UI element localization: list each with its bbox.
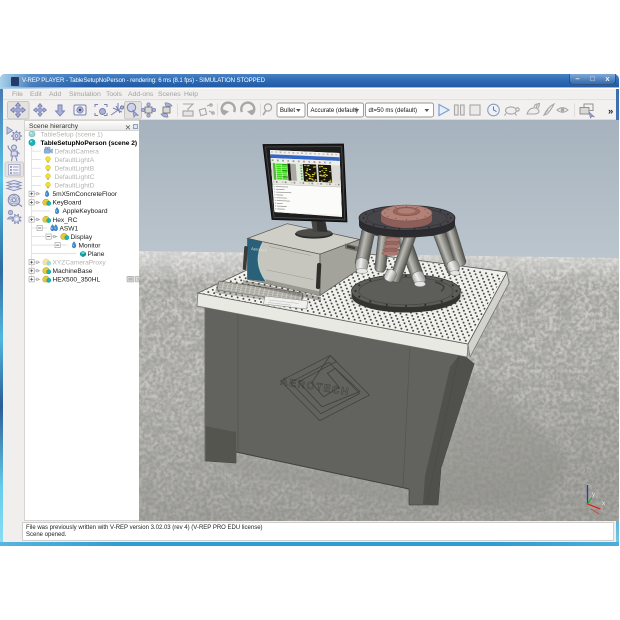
svg-text:KeyBoard: KeyBoard: [53, 199, 82, 206]
svg-text:Display: Display: [71, 233, 93, 240]
svg-text:DefaultLightD: DefaultLightD: [55, 182, 95, 189]
svg-text:TableSetup (scene 1): TableSetup (scene 1): [41, 131, 103, 138]
svg-text:Plane: Plane: [88, 251, 105, 258]
svg-text:Accurate (default): Accurate (default): [311, 108, 358, 114]
svg-text:5mX5mConcreteFloor: 5mX5mConcreteFloor: [53, 191, 118, 198]
svg-text:XYZCameraProxy: XYZCameraProxy: [53, 259, 107, 266]
svg-text:DefaultLightC: DefaultLightC: [55, 174, 95, 181]
svg-text:MachineBase: MachineBase: [53, 268, 93, 275]
svg-text:DefaultLightA: DefaultLightA: [55, 156, 95, 163]
svg-text:Hex_RC: Hex_RC: [53, 216, 78, 223]
svg-text:ASW1: ASW1: [60, 225, 79, 232]
svg-text:dt=50 ms (default): dt=50 ms (default): [369, 108, 418, 114]
svg-text:HEX500_350HL: HEX500_350HL: [53, 276, 101, 283]
svg-text:Monitor: Monitor: [79, 242, 102, 249]
svg-text:DefaultCamera: DefaultCamera: [55, 148, 100, 155]
svg-text:DefaultLightB: DefaultLightB: [55, 165, 95, 172]
svg-text:AppleKeyboard: AppleKeyboard: [63, 208, 108, 215]
svg-text:»: »: [608, 106, 613, 117]
svg-text:Bullet: Bullet: [280, 108, 295, 114]
svg-text:TableSetupNoPerson (scene 2): TableSetupNoPerson (scene 2): [41, 139, 138, 146]
